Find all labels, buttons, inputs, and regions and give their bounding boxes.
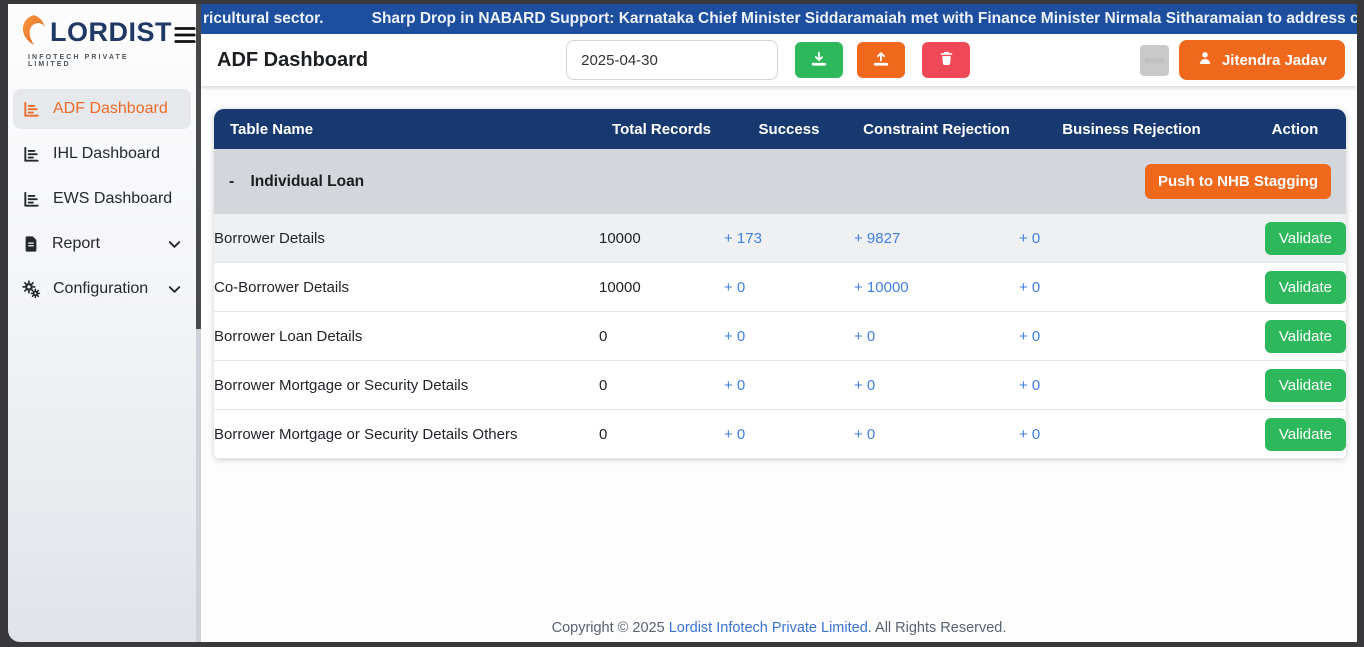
adf-table-card: Table Name Total Records Success Constra… — [214, 109, 1346, 459]
sidebar-item-label: IHL Dashboard — [53, 145, 182, 163]
company-logo: LORDIST INFOTECH PRIVATE LIMITED — [20, 14, 172, 68]
file-icon — [22, 235, 40, 253]
app-window: LORDIST INFOTECH PRIVATE LIMITED ADF Das… — [8, 4, 1357, 642]
table-row: Co-Borrower Details10000+ 0+ 10000+ 0Val… — [214, 263, 1346, 312]
user-menu-button[interactable]: Jitendra Jadav — [1179, 40, 1345, 80]
validate-button[interactable]: Validate — [1265, 271, 1346, 304]
sidebar-item-label: Report — [52, 235, 155, 253]
constraint-rejection-count-link[interactable]: + 0 — [854, 426, 875, 443]
total-records-cell: 0 — [599, 361, 724, 410]
business-rejection-count-link[interactable]: + 0 — [1019, 377, 1040, 394]
chevron-down-icon — [167, 237, 182, 252]
user-name: Jitendra Jadav — [1222, 52, 1327, 69]
success-count-link[interactable]: + 0 — [724, 279, 745, 296]
download-icon — [810, 50, 828, 71]
upload-icon — [872, 50, 890, 71]
copyright-suffix: . All Rights Reserved. — [868, 620, 1007, 636]
ticker-item: Sharp Drop in NABARD Support: Karnataka … — [372, 4, 1357, 34]
logo-area: LORDIST INFOTECH PRIVATE LIMITED — [8, 4, 196, 78]
validate-button[interactable]: Validate — [1265, 320, 1346, 353]
chevron-down-icon — [167, 282, 182, 297]
column-header-business-rejection: Business Rejection — [1019, 109, 1244, 149]
download-button[interactable] — [795, 42, 843, 78]
upload-button[interactable] — [857, 42, 905, 78]
content-area: Table Name Total Records Success Constra… — [201, 86, 1357, 642]
shell-logo-icon — [20, 14, 48, 51]
disabled-mini-button[interactable] — [1140, 45, 1169, 76]
table-name-cell: Borrower Details — [214, 214, 599, 263]
adf-table: Table Name Total Records Success Constra… — [214, 109, 1346, 459]
column-header-action: Action — [1244, 109, 1346, 149]
business-rejection-count-link[interactable]: + 0 — [1019, 279, 1040, 296]
sidebar-item-label: ADF Dashboard — [53, 100, 182, 118]
chart-icon — [22, 190, 41, 209]
sidebar-item-label: Configuration — [53, 280, 155, 298]
chart-icon — [22, 145, 41, 164]
constraint-rejection-count-link[interactable]: + 0 — [854, 377, 875, 394]
column-header-table-name: Table Name — [214, 109, 599, 149]
column-header-success: Success — [724, 109, 854, 149]
page-header: ADF Dashboard — [201, 34, 1357, 86]
sidebar-item-adf-dashboard[interactable]: ADF Dashboard — [13, 89, 191, 129]
constraint-rejection-count-link[interactable]: + 0 — [854, 328, 875, 345]
group-label-cell: - Individual Loan — [214, 149, 854, 214]
business-rejection-count-link[interactable]: + 0 — [1019, 328, 1040, 345]
business-rejection-count-link[interactable]: + 0 — [1019, 426, 1040, 443]
gears-icon — [22, 280, 41, 299]
page-title: ADF Dashboard — [217, 49, 368, 72]
table-name-cell: Borrower Mortgage or Security Details — [214, 361, 599, 410]
ticker-item: ricultural sector. — [203, 4, 324, 34]
total-records-cell: 10000 — [599, 214, 724, 263]
news-ticker: ricultural sector. Sharp Drop in NABARD S… — [201, 4, 1357, 34]
collapse-toggle[interactable]: - — [229, 173, 234, 191]
main-area: ricultural sector. Sharp Drop in NABARD S… — [201, 4, 1357, 642]
column-header-total-records: Total Records — [599, 109, 724, 149]
sidebar: LORDIST INFOTECH PRIVATE LIMITED ADF Das… — [8, 4, 196, 642]
constraint-rejection-count-link[interactable]: + 10000 — [854, 279, 909, 296]
success-count-link[interactable]: + 0 — [724, 377, 745, 394]
success-count-link[interactable]: + 0 — [724, 328, 745, 345]
sidebar-item-label: EWS Dashboard — [53, 190, 182, 208]
group-label: Individual Loan — [250, 173, 364, 190]
total-records-cell: 0 — [599, 312, 724, 361]
business-rejection-count-link[interactable]: + 0 — [1019, 230, 1040, 247]
sidebar-item-configuration[interactable]: Configuration — [13, 269, 191, 309]
success-count-link[interactable]: + 173 — [724, 230, 762, 247]
column-header-constraint-rejection: Constraint Rejection — [854, 109, 1019, 149]
delete-button[interactable] — [922, 42, 970, 78]
group-action-cell: Push to NHB Stagging — [854, 149, 1346, 214]
push-to-nhb-stagging-button[interactable]: Push to NHB Stagging — [1145, 164, 1331, 199]
table-name-cell: Borrower Loan Details — [214, 312, 599, 361]
validate-button[interactable]: Validate — [1265, 369, 1346, 402]
date-input[interactable] — [566, 40, 778, 80]
footer: Copyright © 2025 Lordist Infotech Privat… — [201, 620, 1357, 636]
company-link[interactable]: Lordist Infotech Private Limited — [669, 620, 868, 636]
table-body: - Individual Loan Push to NHB Stagging B… — [214, 149, 1346, 459]
sidebar-item-report[interactable]: Report — [13, 224, 191, 264]
sidebar-item-ihl-dashboard[interactable]: IHL Dashboard — [13, 134, 191, 174]
logo-text: LORDIST — [50, 19, 172, 46]
chart-icon — [22, 100, 41, 119]
validate-button[interactable]: Validate — [1265, 418, 1346, 451]
table-header-row: Table Name Total Records Success Constra… — [214, 109, 1346, 149]
table-row: Borrower Details10000+ 173 + 9827 + 0 Valid… — [214, 214, 1346, 263]
total-records-cell: 0 — [599, 410, 724, 459]
table-row: Borrower Loan Details0+ 0+ 0+ 0Validate — [214, 312, 1346, 361]
logo-subtitle: INFOTECH PRIVATE LIMITED — [28, 54, 172, 68]
group-row-individual-loan: - Individual Loan Push to NHB Stagging — [214, 149, 1346, 214]
hamburger-menu-icon[interactable] — [172, 22, 198, 53]
table-row: Borrower Mortgage or Security Details Ot… — [214, 410, 1346, 459]
constraint-rejection-count-link[interactable]: + 9827 — [854, 230, 900, 247]
success-count-link[interactable]: + 0 — [724, 426, 745, 443]
copyright-prefix: Copyright © 2025 — [552, 620, 669, 636]
table-row: Borrower Mortgage or Security Details0+ … — [214, 361, 1346, 410]
table-name-cell: Co-Borrower Details — [214, 263, 599, 312]
sidebar-menu: ADF Dashboard IHL Dashboard EWS Dashboard R… — [8, 84, 196, 314]
sidebar-item-ews-dashboard[interactable]: EWS Dashboard — [13, 179, 191, 219]
validate-button[interactable]: Validate — [1265, 222, 1346, 255]
total-records-cell: 10000 — [599, 263, 724, 312]
table-name-cell: Borrower Mortgage or Security Details Ot… — [214, 410, 599, 459]
person-icon — [1197, 50, 1213, 70]
trash-icon — [938, 50, 955, 70]
